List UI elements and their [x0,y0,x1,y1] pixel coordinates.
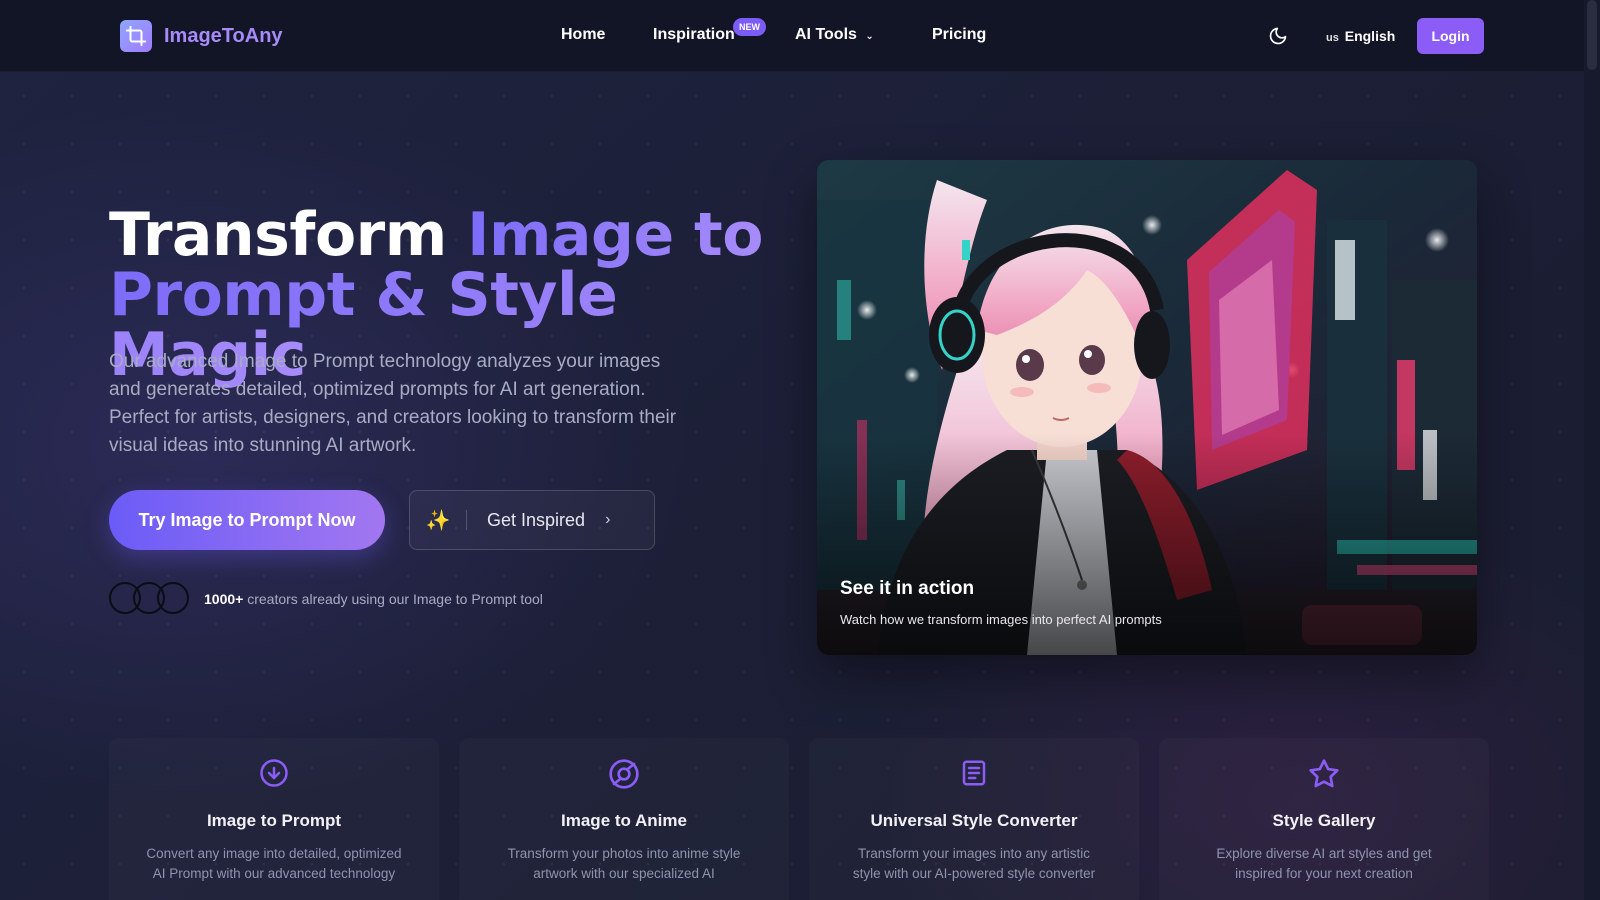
nav-inspiration[interactable]: Inspiration [653,26,735,44]
feature-description-line: Explore diverse AI art styles and get [1216,846,1432,861]
feature-card-style-gallery[interactable]: Style Gallery Explore diverse AI art sty… [1159,738,1489,900]
feature-description: Transform your images into any artistic … [829,844,1119,884]
social-proof: 1000+ creators already using our Image t… [204,591,543,607]
get-inspired-label: Get Inspired [487,509,586,530]
nav-ai-tools[interactable]: AI Tools ⌄ [795,26,874,44]
hero-description: Our advanced Image to Prompt technology … [109,351,677,456]
brand-logo[interactable]: ImageToAny [120,20,283,52]
feature-card-image-to-prompt[interactable]: Image to Prompt Convert any image into d… [109,738,439,900]
try-image-to-prompt-button[interactable]: Try Image to Prompt Now [109,490,385,550]
chevron-right-icon: › [605,511,611,528]
aperture-icon [608,758,640,795]
flag-icon: us [1326,32,1339,44]
showcase-title: See it in action [840,578,975,599]
feature-description-line: Convert any image into detailed, optimiz… [146,846,402,861]
brand-name: ImageToAny [164,24,283,47]
feature-card-image-to-anime[interactable]: Image to Anime Transform your photos int… [459,738,789,900]
download-circle-icon [259,758,289,793]
showcase-subtitle: Watch how we transform images into perfe… [840,612,1162,627]
avatar-stack [109,582,189,614]
feature-description: Convert any image into detailed, optimiz… [129,844,419,884]
feature-title: Universal Style Converter [870,811,1078,830]
feature-title: Style Gallery [1272,811,1376,830]
star-icon [1308,758,1340,795]
feature-description-line: Transform your photos into anime style [507,846,741,861]
feature-title: Image to Prompt [206,811,342,830]
language-label: English [1344,28,1396,44]
language-selector[interactable]: us English [1326,28,1395,44]
social-proof-text: creators already using our Image to Prom… [243,591,543,607]
sparkles-icon: ✨ [425,509,451,532]
creator-count: 1000+ [204,591,244,607]
avatar [157,582,189,614]
feature-card-universal-style-converter[interactable]: Universal Style Converter Transform your… [809,738,1139,900]
feature-description: Transform your photos into anime style a… [479,844,769,884]
nav-home[interactable]: Home [561,26,605,44]
divider [466,510,467,530]
showcase-image[interactable]: See it in action Watch how we transform … [817,160,1477,655]
chevron-down-icon: ⌄ [865,31,874,42]
nav-pricing[interactable]: Pricing [932,26,986,44]
crop-icon [120,20,152,52]
document-icon [959,758,989,793]
login-button[interactable]: Login [1417,18,1484,54]
feature-description-line: style with our AI-powered style converte… [852,866,1096,881]
nav-ai-tools-label: AI Tools [795,26,857,43]
feature-description-line: Transform your images into any artistic [857,846,1091,861]
top-navbar: ImageToAny Home Inspiration NEW AI Tools… [0,0,1584,72]
new-badge: NEW [733,18,766,36]
get-inspired-button[interactable]: ✨ Get Inspired › [409,490,655,550]
feature-description: Explore diverse AI art styles and get in… [1179,844,1469,884]
feature-description-line: AI Prompt with our advanced technology [152,866,396,881]
scrollbar[interactable] [1584,0,1600,900]
moon-icon[interactable] [1268,26,1288,51]
feature-description-line: inspired for your next creation [1235,866,1413,881]
feature-description-line: artwork with our specialized AI [533,866,715,881]
scrollbar-thumb[interactable] [1587,0,1597,70]
feature-title: Image to Anime [561,811,687,830]
